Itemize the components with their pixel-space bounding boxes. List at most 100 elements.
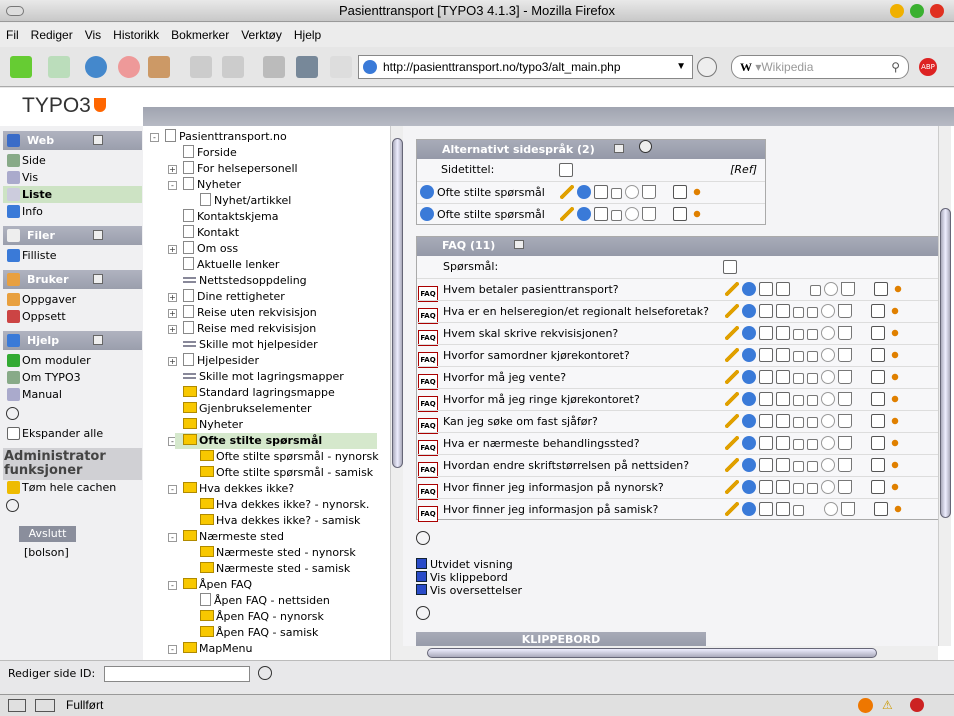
expand-icon[interactable]: [514, 240, 525, 249]
faq-question[interactable]: Hvor finner jeg informasjon på nynorsk?: [443, 477, 725, 499]
tree-node[interactable]: Skille mot lagringsmapper: [183, 369, 344, 385]
copy-icon[interactable]: [871, 370, 885, 384]
menu-vis[interactable]: Vis: [79, 23, 107, 42]
tree-node[interactable]: Nyheter: [183, 417, 243, 433]
faq-question[interactable]: Hvorfor må jeg vente?: [443, 367, 725, 389]
history-icon[interactable]: [759, 348, 773, 362]
move-down-icon[interactable]: [807, 395, 818, 406]
tree-node[interactable]: Nærmeste sted - samisk: [200, 561, 350, 577]
expand-icon[interactable]: [613, 144, 624, 153]
nav-item-manual[interactable]: Manual: [3, 386, 142, 403]
hide-icon[interactable]: [821, 458, 835, 472]
expand-all-checkbox[interactable]: Ekspander alle: [3, 425, 142, 442]
print-icon[interactable]: [263, 56, 285, 78]
history-icon[interactable]: [759, 458, 773, 472]
new-after-icon[interactable]: [776, 392, 790, 406]
tree-node[interactable]: Åpen FAQ - nettsiden: [200, 593, 330, 609]
move-up-icon[interactable]: [793, 329, 804, 340]
info-icon[interactable]: [742, 282, 756, 296]
cut-icon[interactable]: [888, 458, 902, 472]
info-icon[interactable]: [742, 392, 756, 406]
cut-icon[interactable]: [891, 502, 905, 516]
collapse-toggle[interactable]: -: [168, 181, 177, 190]
move-up-icon[interactable]: [793, 373, 804, 384]
delete-icon[interactable]: [838, 392, 852, 406]
tree-node[interactable]: Reise med rekvisisjon: [183, 321, 316, 337]
tree-node[interactable]: Aktuelle lenker: [183, 257, 279, 273]
nav-section-hjelp[interactable]: Hjelp: [3, 331, 142, 350]
info-icon[interactable]: [742, 436, 756, 450]
new-window-icon[interactable]: [222, 56, 244, 78]
help-icon[interactable]: [416, 531, 430, 545]
hide-icon[interactable]: [821, 414, 835, 428]
search-engine-icon[interactable]: W: [740, 60, 752, 74]
stop-icon[interactable]: [118, 56, 140, 78]
collapse-icon[interactable]: [93, 135, 103, 145]
history-icon[interactable]: [759, 370, 773, 384]
edit-icon[interactable]: [725, 326, 739, 340]
tree-node[interactable]: Kontakt: [183, 225, 239, 241]
hide-icon[interactable]: [821, 436, 835, 450]
copy-icon[interactable]: [871, 414, 885, 428]
adblock-icon[interactable]: ABP: [919, 58, 937, 76]
tree-node[interactable]: Nettstedsoppdeling: [183, 273, 307, 289]
move-down-icon[interactable]: [807, 461, 818, 472]
edit-icon[interactable]: [725, 304, 739, 318]
nav-item-vis[interactable]: Vis: [3, 169, 142, 186]
logout-button[interactable]: Avslutt: [19, 526, 76, 542]
move-down-icon[interactable]: [807, 329, 818, 340]
nav-section-filer[interactable]: Filer: [3, 226, 142, 245]
nav-section-web[interactable]: Web: [3, 131, 142, 150]
new-after-icon[interactable]: [776, 326, 790, 340]
menu-rediger[interactable]: Rediger: [25, 23, 79, 42]
faq-question[interactable]: Kan jeg søke om fast sjåfør?: [443, 411, 725, 433]
tree-node[interactable]: Ofte stilte spørsmål - nynorsk: [200, 449, 379, 465]
faq-question[interactable]: Hvorfor må jeg ringe kjørekontoret?: [443, 389, 725, 411]
move-down-icon[interactable]: [807, 307, 818, 318]
new-after-icon[interactable]: [776, 480, 790, 494]
row-title[interactable]: Ofte stilte spørsmål: [437, 204, 560, 226]
copy-icon[interactable]: [871, 458, 885, 472]
copy-icon[interactable]: [874, 502, 888, 516]
collapse-icon[interactable]: [93, 230, 103, 240]
move-up-icon[interactable]: [793, 461, 804, 472]
info-icon[interactable]: [742, 370, 756, 384]
tree-node[interactable]: Standard lagringsmappe: [183, 385, 335, 401]
copy-icon[interactable]: [871, 480, 885, 494]
minimize-button[interactable]: [890, 4, 904, 18]
collapse-toggle[interactable]: -: [168, 533, 177, 542]
copy-icon[interactable]: [874, 282, 888, 296]
help-icon[interactable]: [6, 407, 19, 420]
dropdown-arrow-icon[interactable]: ▼: [676, 56, 686, 78]
nav-item-info[interactable]: Info: [3, 203, 142, 220]
firefox-icon[interactable]: [858, 698, 873, 713]
expand-toggle[interactable]: +: [168, 325, 177, 334]
move-down-icon[interactable]: [810, 285, 821, 296]
cut-icon[interactable]: [888, 436, 902, 450]
tree-node[interactable]: Nærmeste sted - nynorsk: [200, 545, 356, 561]
menu-fil[interactable]: Fil: [0, 23, 25, 42]
cut-icon[interactable]: [888, 480, 902, 494]
help-icon[interactable]: [639, 140, 653, 153]
tree-node[interactable]: Reise uten rekvisisjon: [183, 305, 317, 321]
row-title[interactable]: Ofte stilte spørsmål: [437, 182, 560, 204]
nav-item-oppsett[interactable]: Oppsett: [3, 308, 142, 325]
cut-icon[interactable]: [888, 414, 902, 428]
edit-icon[interactable]: [725, 282, 739, 296]
expand-toggle[interactable]: +: [168, 245, 177, 254]
forward-icon[interactable]: [48, 56, 70, 78]
warning-icon[interactable]: ⚠: [882, 695, 893, 716]
faq-question[interactable]: Hva er en helseregion/et regionalt helse…: [443, 301, 725, 323]
edit-icon[interactable]: [725, 348, 739, 362]
hide-icon[interactable]: [821, 348, 835, 362]
magnifier-icon[interactable]: ⚲: [891, 56, 900, 78]
move-down-icon[interactable]: [807, 483, 818, 494]
menu-historikk[interactable]: Historikk: [107, 23, 165, 42]
delete-icon[interactable]: [841, 282, 855, 296]
new-record-icon[interactable]: [559, 163, 573, 177]
history-icon[interactable]: [759, 392, 773, 406]
info-icon[interactable]: [742, 326, 756, 340]
copy-icon[interactable]: [871, 348, 885, 362]
hide-icon[interactable]: [821, 326, 835, 340]
info-icon[interactable]: [742, 304, 756, 318]
